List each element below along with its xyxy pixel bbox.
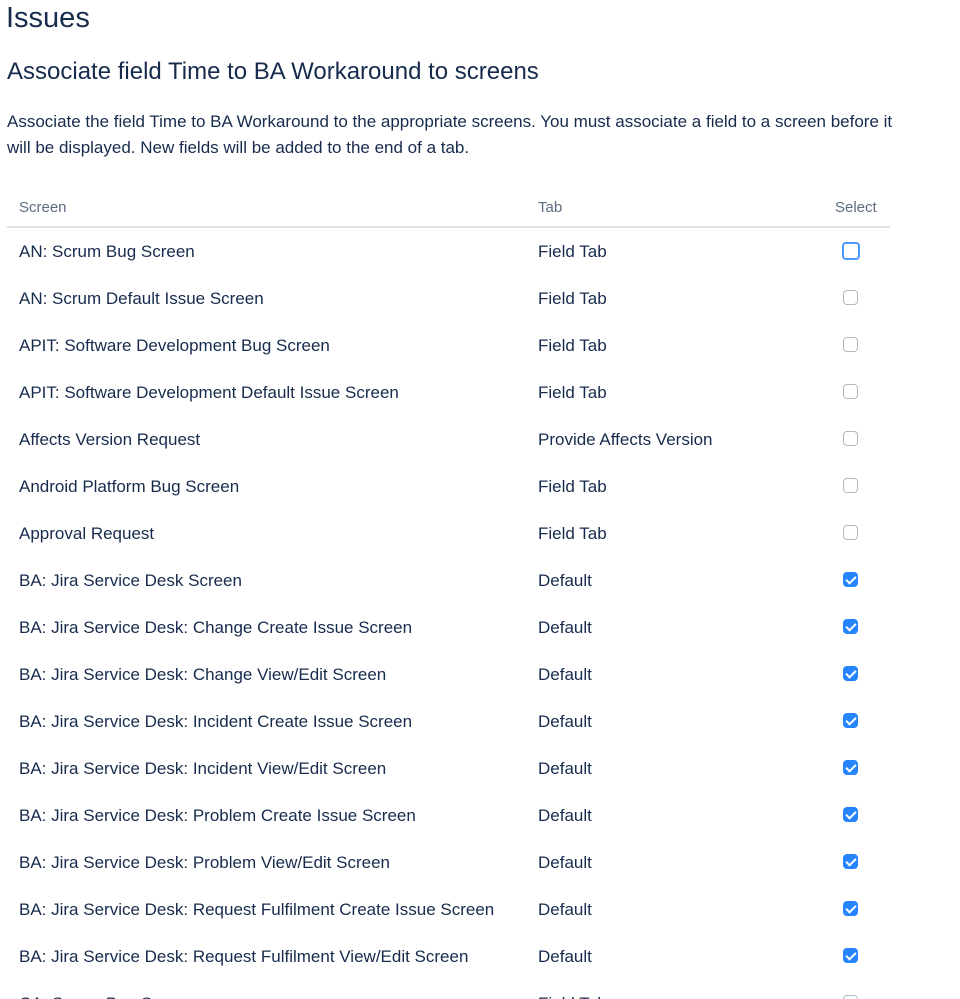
select-cell xyxy=(823,651,890,698)
screen-name: CA: Scrum Bug Screen xyxy=(7,980,526,999)
screen-name: AN: Scrum Default Issue Screen xyxy=(19,288,264,308)
table-row: BA: Jira Service Desk: Change View/Edit … xyxy=(7,651,890,698)
tab-name: Default xyxy=(538,617,592,637)
select-checkbox[interactable] xyxy=(843,289,858,305)
select-cell xyxy=(823,369,890,416)
screen-name: AN: Scrum Bug Screen xyxy=(19,241,195,261)
select-cell xyxy=(823,322,890,369)
table-row: BA: Jira Service Desk: Request Fulfilmen… xyxy=(7,933,890,980)
page: Issues Associate field Time to BA Workar… xyxy=(0,0,960,999)
screen-name: Android Platform Bug Screen xyxy=(19,476,240,496)
table-row: BA: Jira Service Desk Screen Default xyxy=(7,557,890,604)
table-row: BA: Jira Service Desk: Change Create Iss… xyxy=(7,604,890,651)
screens-table: Screen Tab Select AN: Scrum Bug Screen Fi… xyxy=(7,188,890,999)
screen-name: BA: Jira Service Desk Screen xyxy=(19,570,242,590)
table-row: CA: Scrum Bug ScreenField Tab xyxy=(7,980,890,999)
tab-name: Default xyxy=(538,852,592,872)
screen-name: APIT: Software Development Bug Screen xyxy=(19,335,330,355)
screen-name: BA: Jira Service Desk: Incident View/Edi… xyxy=(19,758,387,778)
table-row: Android Platform Bug Screen Field Tab xyxy=(7,463,890,510)
select-checkbox[interactable] xyxy=(843,665,858,681)
table-row: Affects Version Request Provide Affects V… xyxy=(7,416,890,463)
select-checkbox[interactable] xyxy=(843,383,858,399)
select-checkbox[interactable] xyxy=(843,477,858,493)
table-row: APIT: Software Development Bug Screen Fie… xyxy=(7,322,890,369)
screen-name: Affects Version Request xyxy=(19,429,201,449)
select-cell xyxy=(823,886,890,933)
select-checkbox[interactable] xyxy=(842,242,860,261)
screen-name: Approval Request xyxy=(19,523,155,543)
table-body: AN: Scrum Bug Screen Field Tab AN: Scrum D… xyxy=(7,227,890,999)
table-row: BA: Jira Service Desk: Incident View/Edi… xyxy=(7,745,890,792)
tab-name: Default xyxy=(538,805,592,825)
table-header-row: Screen Tab Select xyxy=(7,188,890,228)
select-checkbox[interactable] xyxy=(843,430,858,446)
tab-name: Field Tab xyxy=(538,523,607,543)
tab-name: Default xyxy=(538,664,592,684)
select-checkbox[interactable] xyxy=(843,994,858,999)
select-cell xyxy=(823,933,890,980)
screens-table-container: Screen Tab Select AN: Scrum Bug Screen Fi… xyxy=(7,188,890,999)
screen-name: BA: Jira Service Desk: Change View/Edit … xyxy=(19,664,387,684)
screen-name: BA: Jira Service Desk: Incident Create I… xyxy=(19,711,413,731)
column-header-tab: Tab xyxy=(526,188,823,228)
tab-name: Field Tab xyxy=(538,382,607,402)
select-checkbox[interactable] xyxy=(843,947,858,963)
select-checkbox[interactable] xyxy=(843,900,858,916)
tab-name: Default xyxy=(538,946,592,966)
select-cell xyxy=(823,416,890,463)
screen-name: BA: Jira Service Desk: Request Fulfilmen… xyxy=(19,946,469,966)
tab-name: Default xyxy=(538,758,592,778)
table-row: BA: Jira Service Desk: Problem Create Is… xyxy=(7,792,890,839)
tab-name: Field Tab xyxy=(538,288,607,308)
tab-name: Field Tab xyxy=(538,476,607,496)
column-header-select: Select xyxy=(823,188,890,228)
tab-name: Field Tab xyxy=(526,980,823,999)
tab-name: Provide Affects Version xyxy=(538,429,713,449)
table-row: Approval Request Field Tab xyxy=(7,510,890,557)
tab-name: Default xyxy=(538,899,592,919)
select-cell xyxy=(823,227,890,275)
select-cell xyxy=(823,463,890,510)
select-cell xyxy=(823,745,890,792)
screen-name: BA: Jira Service Desk: Request Fulfilmen… xyxy=(19,899,495,919)
table-row: APIT: Software Development Default Issue… xyxy=(7,369,890,416)
select-cell xyxy=(823,698,890,745)
screen-name: APIT: Software Development Default Issue… xyxy=(19,382,399,402)
page-title: Issues xyxy=(6,2,90,34)
table-row: AN: Scrum Default Issue Screen Field Tab xyxy=(7,275,890,322)
screen-name: BA: Jira Service Desk: Problem Create Is… xyxy=(19,805,416,825)
screen-name: BA: Jira Service Desk: Problem View/Edit… xyxy=(19,852,390,872)
table-row: AN: Scrum Bug Screen Field Tab xyxy=(7,227,890,275)
select-checkbox[interactable] xyxy=(843,759,858,775)
select-cell xyxy=(823,510,890,557)
select-checkbox[interactable] xyxy=(843,571,858,587)
tab-name: Field Tab xyxy=(538,241,607,261)
select-checkbox[interactable] xyxy=(843,524,858,540)
select-cell xyxy=(823,604,890,651)
select-cell xyxy=(823,792,890,839)
tab-name: Default xyxy=(538,711,592,731)
table-row: BA: Jira Service Desk: Incident Create I… xyxy=(7,698,890,745)
select-cell xyxy=(823,980,890,999)
screen-name: BA: Jira Service Desk: Change Create Iss… xyxy=(19,617,413,637)
tab-name: Field Tab xyxy=(538,335,607,355)
select-checkbox[interactable] xyxy=(843,336,858,352)
select-checkbox[interactable] xyxy=(843,806,858,822)
select-checkbox[interactable] xyxy=(843,712,858,728)
select-cell xyxy=(823,839,890,886)
table-row: BA: Jira Service Desk: Request Fulfilmen… xyxy=(7,886,890,933)
page-description: Associate the field Time to BA Workaroun… xyxy=(7,112,893,157)
select-checkbox[interactable] xyxy=(843,853,858,869)
table-row: BA: Jira Service Desk: Problem View/Edit… xyxy=(7,839,890,886)
page-subtitle: Associate field Time to BA Workaround to… xyxy=(7,58,539,85)
select-checkbox[interactable] xyxy=(843,618,858,634)
tab-name: Default xyxy=(538,570,592,590)
select-cell xyxy=(823,557,890,604)
column-header-screen: Screen xyxy=(7,188,526,228)
select-cell xyxy=(823,275,890,322)
